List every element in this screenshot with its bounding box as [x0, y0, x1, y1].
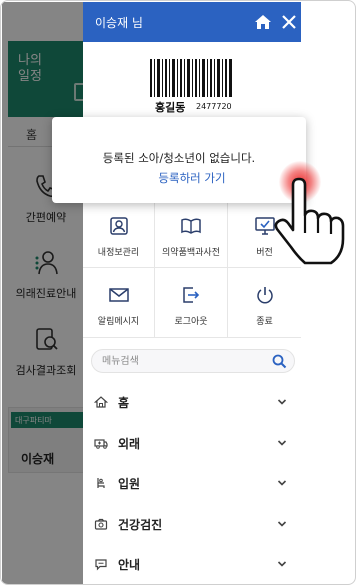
accordion-menu: 홈 외래 입원 건강검진 안내 [83, 382, 301, 584]
dim-overlay[interactable] [2, 2, 84, 584]
phone-frame: 나의 일정 홈 간편예약 의래진료안내 검사결과조회 대구파티마 이승재 이승재… [0, 0, 356, 585]
chevron-down-icon [277, 521, 287, 527]
drug-encyclopedia-button[interactable]: 의약품백과사전 [155, 199, 228, 269]
menu-item-inpatient-label: 입원 [118, 477, 141, 492]
exit-button[interactable]: 종료 [228, 268, 301, 338]
home-icon[interactable] [253, 12, 273, 32]
chevron-down-icon [277, 440, 287, 446]
mail-icon [108, 288, 129, 302]
menu-search [91, 349, 295, 373]
chevron-down-icon [277, 561, 287, 568]
menu-item-outpatient[interactable]: 외래 [83, 423, 301, 464]
logout-button[interactable]: 로그아웃 [155, 268, 228, 338]
book-icon [181, 218, 201, 234]
menu-item-home[interactable]: 홈 [83, 382, 301, 423]
menu-search-input[interactable] [102, 353, 262, 369]
menu-item-checkup-label: 건강검진 [118, 517, 163, 532]
chat-icon [95, 559, 107, 571]
ambulance-icon [94, 438, 108, 449]
menu-item-inpatient[interactable]: 입원 [83, 463, 301, 504]
menu-item-outpatient-label: 외래 [118, 436, 141, 451]
chevron-down-icon [277, 480, 287, 486]
menu-item-guide-label: 안내 [118, 558, 141, 573]
search-icon[interactable] [272, 354, 287, 369]
drawer-user-name: 이승재 님 [95, 16, 143, 30]
no-child-popup: 등록된 소아/청소년이 없습니다. 등록하러 가기 [52, 117, 306, 203]
exit-label: 종료 [256, 317, 273, 327]
side-drawer: 이승재 님 홍길동 2477720 내정보관리 의약품백과사전 버전 알림메시지… [83, 2, 301, 584]
barcode-number: 2477720 [196, 102, 232, 111]
logout-label: 로그아웃 [174, 317, 208, 327]
menu-item-guide[interactable]: 안내 [83, 544, 301, 584]
my-info-icon [109, 217, 128, 235]
close-icon[interactable] [279, 12, 299, 32]
camera-icon [94, 518, 108, 530]
home-icon [94, 396, 108, 408]
logout-icon [183, 287, 200, 303]
barcode-name: 홍길동 [155, 101, 186, 114]
menu-grid: 내정보관리 의약품백과사전 버전 알림메시지 로그아웃 종료 [83, 198, 301, 338]
chevron-down-icon [277, 399, 287, 405]
pointing-hand-icon [274, 177, 345, 265]
menu-item-home-label: 홈 [118, 396, 130, 410]
drawer-header: 이승재 님 [83, 2, 301, 42]
barcode-image [150, 59, 232, 97]
my-info-label: 내정보관리 [97, 248, 140, 258]
notification-button[interactable]: 알림메시지 [83, 268, 155, 338]
popup-message: 등록된 소아/청소년이 없습니다. [102, 151, 256, 165]
power-icon [256, 287, 273, 304]
menu-item-checkup[interactable]: 건강검진 [83, 504, 301, 545]
notification-label: 알림메시지 [97, 317, 140, 327]
bed-icon [97, 478, 105, 489]
drug-encyclopedia-label: 의약품백과사전 [162, 248, 220, 258]
barcode-card [83, 42, 301, 118]
my-info-button[interactable]: 내정보관리 [83, 199, 155, 269]
